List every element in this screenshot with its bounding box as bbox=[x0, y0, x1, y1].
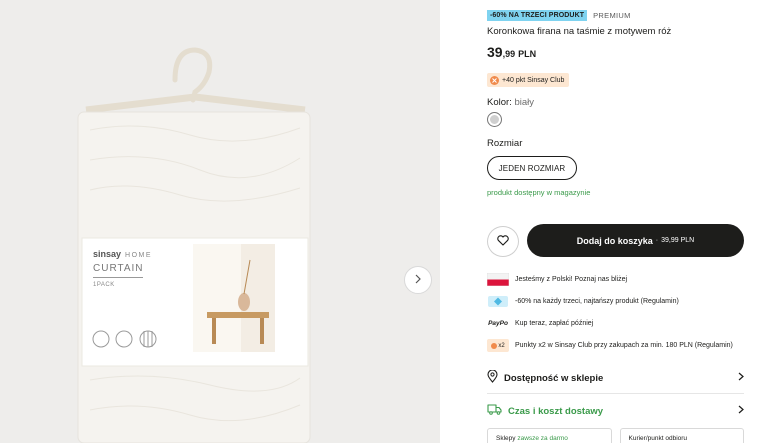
packaging-product: CURTAIN bbox=[93, 263, 144, 274]
shipping-card-courier[interactable]: Kurier/punkt odbioru bbox=[619, 428, 744, 443]
club-points-badge: +40 pkt Sinsay Club bbox=[487, 73, 570, 87]
size-option-button[interactable]: JEDEN ROZMIAR bbox=[487, 156, 577, 180]
shipping-store-label: Sklepy bbox=[496, 435, 516, 442]
paypo-logo-icon: PayPo bbox=[487, 317, 509, 330]
info-text-discount: -60% na każdy trzeci, najtańszy produkt … bbox=[515, 298, 679, 305]
sinsay-club-icon bbox=[490, 75, 499, 85]
info-row-club-x2[interactable]: x2 Punkty x2 w Sinsay Club przy zakupach… bbox=[487, 339, 733, 352]
club-points-text: +40 pkt Sinsay Club bbox=[502, 76, 565, 84]
chevron-right-icon bbox=[414, 271, 422, 289]
info-row-discount[interactable]: -60% na każdy trzeci, najtańszy produkt … bbox=[487, 295, 679, 308]
color-label-text: Kolor: bbox=[487, 97, 512, 108]
delivery-info-label: Czas i koszt dostawy bbox=[508, 405, 604, 417]
chevron-right-icon bbox=[738, 372, 744, 384]
heart-icon bbox=[497, 233, 509, 251]
product-title: Koronkowa firana na taśmie z motywem róż bbox=[487, 26, 672, 37]
product-photo bbox=[77, 47, 311, 443]
price-decimal: ,99 bbox=[502, 49, 516, 59]
price-currency: PLN bbox=[518, 49, 537, 59]
shipping-card-store[interactable]: Sklepy zawsze za darmo bbox=[487, 428, 612, 443]
section-divider bbox=[487, 393, 744, 394]
color-value: biały bbox=[514, 97, 535, 108]
product-image-gallery[interactable]: sinsay HOME CURTAIN 1PACK bbox=[0, 0, 440, 443]
price-integer: 39 bbox=[487, 44, 503, 60]
packaging-label: sinsay HOME CURTAIN 1PACK bbox=[93, 249, 183, 288]
store-availability-row[interactable]: Dostępność w sklepie bbox=[487, 369, 744, 387]
info-text-poland: Jesteśmy z Polski! Poznaj nas bliżej bbox=[515, 276, 628, 283]
promo-badge: -60% NA TRZECI PRODUKT bbox=[487, 10, 588, 21]
discount-tag-icon bbox=[487, 295, 509, 308]
info-row-poland[interactable]: Jesteśmy z Polski! Poznaj nas bliżej bbox=[487, 273, 627, 286]
paypo-logo-text: PayPo bbox=[488, 320, 508, 327]
stock-status: produkt dostępny w magazynie bbox=[487, 188, 591, 197]
info-row-paypo[interactable]: PayPo Kup teraz, zapłać później bbox=[487, 317, 593, 330]
product-tags: -60% NA TRZECI PRODUKT PREMIUM bbox=[487, 10, 631, 21]
info-text-paypo: Kup teraz, zapłać później bbox=[515, 320, 594, 327]
cart-price: 39,99 PLN bbox=[661, 237, 695, 244]
location-pin-icon bbox=[487, 369, 498, 386]
club-x2-icon: x2 bbox=[487, 339, 509, 352]
shipping-courier-label: Kurier/punkt odbioru bbox=[628, 435, 688, 442]
color-label: Kolor: biały bbox=[487, 97, 534, 108]
delivery-info-row[interactable]: Czas i koszt dostawy bbox=[487, 402, 744, 420]
club-x2-text: x2 bbox=[498, 342, 505, 349]
packaging-line: HOME bbox=[125, 252, 153, 259]
delivery-truck-icon bbox=[487, 404, 502, 418]
packaging-brand: sinsay bbox=[93, 249, 122, 259]
product-price: 39 ,99 PLN bbox=[487, 44, 536, 60]
shipping-options: Sklepy zawsze za darmo Kurier/punkt odbi… bbox=[487, 428, 744, 443]
add-to-cart-label: Dodaj do koszyka bbox=[576, 235, 653, 246]
add-to-cart-button[interactable]: Dodaj do koszyka · 39,99 PLN bbox=[527, 224, 744, 257]
size-label: Rozmiar bbox=[487, 138, 523, 149]
premium-badge: PREMIUM bbox=[593, 11, 631, 20]
info-text-club-x2: Punkty x2 w Sinsay Club przy zakupach za… bbox=[515, 342, 733, 349]
cart-separator: · bbox=[655, 237, 659, 244]
color-swatch-white[interactable] bbox=[487, 112, 502, 127]
chevron-right-icon bbox=[738, 405, 744, 417]
poland-flag-icon bbox=[487, 273, 509, 286]
packaging-pack: 1PACK bbox=[93, 282, 115, 288]
store-availability-label: Dostępność w sklepie bbox=[504, 372, 604, 384]
shipping-store-note: zawsze za darmo bbox=[517, 435, 568, 442]
gallery-next-button[interactable] bbox=[404, 266, 432, 294]
wishlist-button[interactable] bbox=[487, 226, 519, 257]
